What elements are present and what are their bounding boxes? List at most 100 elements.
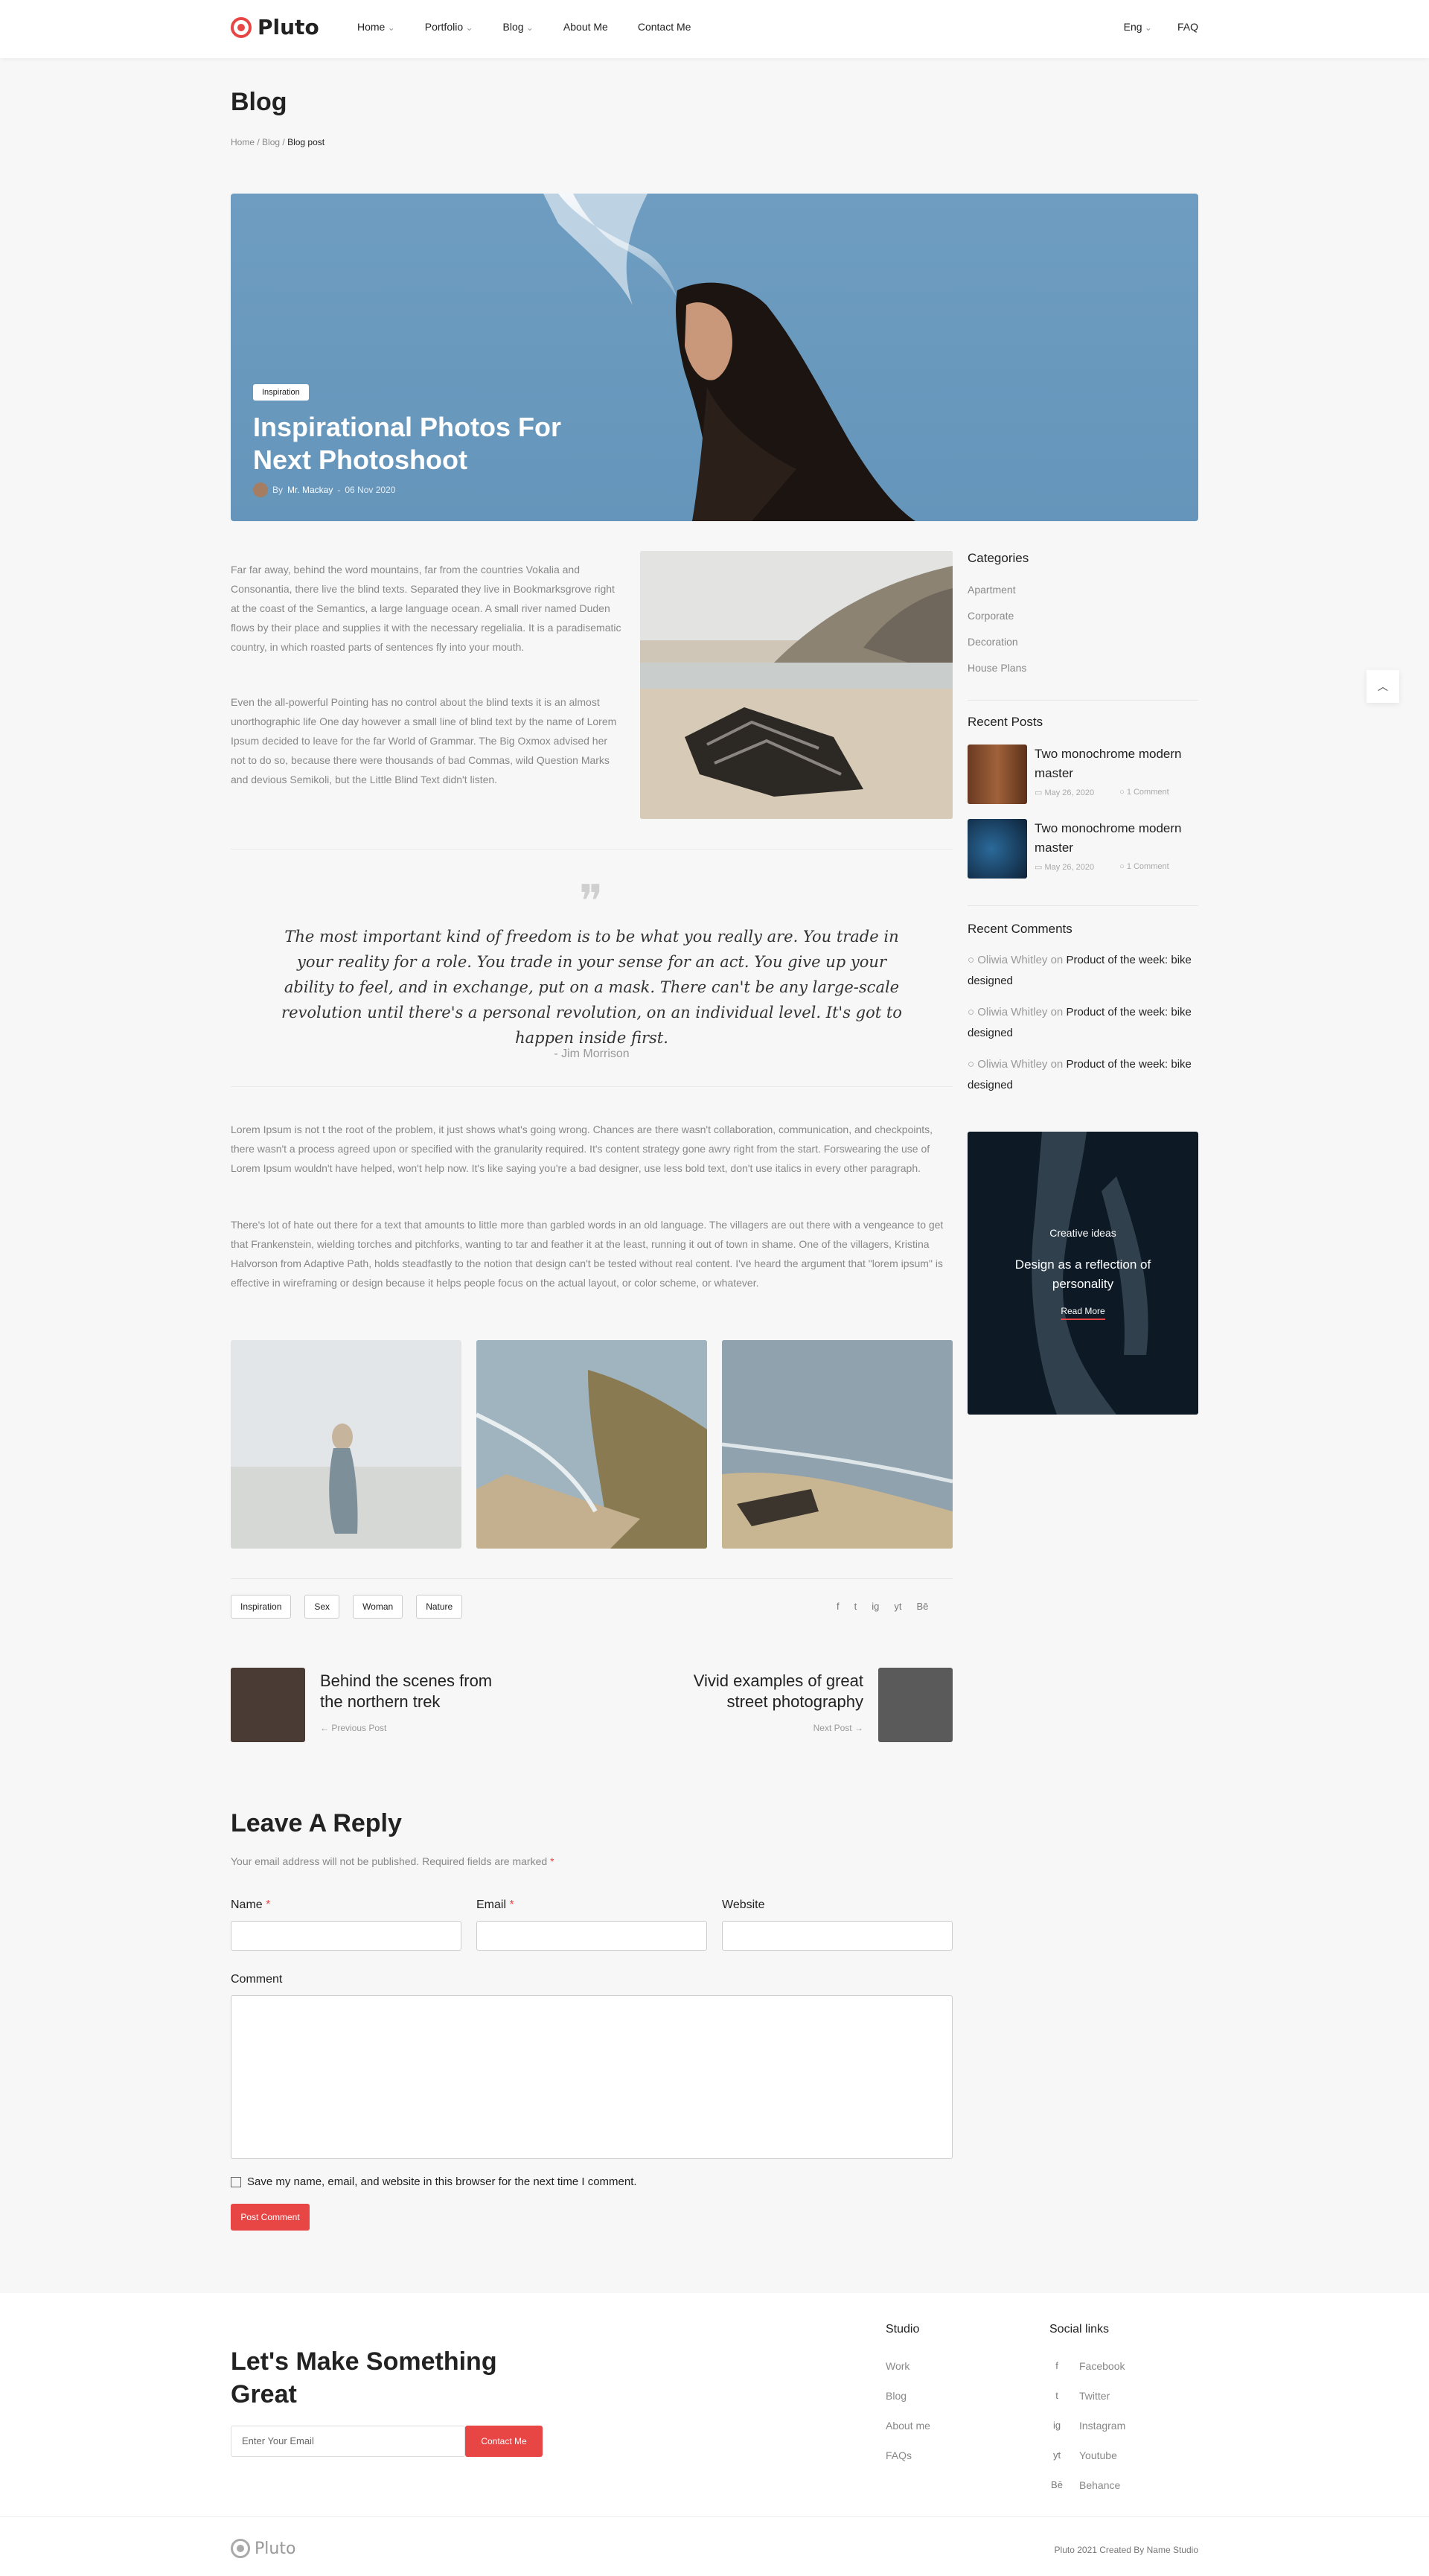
faq-link[interactable]: FAQ [1177, 21, 1198, 33]
breadcrumb-current: Blog post [287, 137, 325, 147]
instagram-icon: ig [1052, 2420, 1061, 2431]
footer-social-facebook[interactable]: Facebook [1079, 2360, 1125, 2372]
category-house-plans[interactable]: House Plans [968, 662, 1026, 674]
share-links: f t ig yt Bē [837, 1601, 928, 1612]
tag-inspiration[interactable]: Inspiration [231, 1595, 292, 1619]
behance-icon[interactable]: Bē [917, 1601, 929, 1612]
hero-category-badge[interactable]: Inspiration [253, 384, 309, 401]
quote-text: The most important kind of freedom is to… [281, 928, 902, 1047]
hero-date: 06 Nov 2020 [345, 485, 396, 495]
nav-blog[interactable]: Blog [503, 21, 534, 33]
footer-link-faqs[interactable]: FAQs [886, 2449, 912, 2461]
save-info-label: Save my name, email, and website in this… [247, 2175, 637, 2188]
footer-link-about[interactable]: About me [886, 2420, 930, 2432]
category-corporate[interactable]: Corporate [968, 610, 1014, 622]
save-info-checkbox-row[interactable]: Save my name, email, and website in this… [231, 2175, 637, 2188]
by-label: By [272, 485, 284, 495]
logo-icon [231, 16, 252, 38]
recent-post-meta: ▭ May 26, 2020 ○ 1 Comment [1035, 788, 1169, 797]
footer-email-input[interactable]: Enter Your Email [231, 2426, 465, 2457]
recent-post-title[interactable]: Two monochrome modern master [1035, 745, 1191, 783]
footer-headline: Let's Make Something Great [231, 2347, 497, 2408]
quote-author: - Jim Morrison [554, 1048, 630, 1060]
hero-meta: By Mr. Mackay - 06 Nov 2020 [253, 482, 395, 497]
tag-woman[interactable]: Woman [353, 1595, 403, 1619]
quote-icon: ❞ [579, 876, 604, 928]
gallery-image-3[interactable] [722, 1340, 953, 1549]
recent-post-2[interactable]: Two monochrome modern master ▭ May 26, 2… [968, 819, 1198, 879]
comment-icon: ○ 1 Comment [1119, 862, 1169, 871]
previous-post-thumb [231, 1668, 305, 1742]
youtube-icon[interactable]: yt [894, 1601, 901, 1612]
footer-contact-button[interactable]: Contact Me [465, 2426, 543, 2457]
twitter-icon: t [1055, 2390, 1058, 2401]
page-title: Blog [231, 88, 287, 116]
language-select[interactable]: Eng ⌄ [1124, 21, 1152, 33]
post-tags: Inspiration Sex Woman Nature [231, 1595, 463, 1619]
category-apartment[interactable]: Apartment [968, 584, 1016, 596]
website-field[interactable] [722, 1921, 953, 1951]
breadcrumb-home[interactable]: Home [231, 137, 255, 147]
footer-logo-text: Pluto [255, 2539, 296, 2558]
reply-title: Leave A Reply [231, 1809, 402, 1837]
recent-post-1[interactable]: Two monochrome modern master ▭ May 26, 2… [968, 745, 1198, 804]
post-comment-button[interactable]: Post Comment [231, 2204, 310, 2231]
site-header: Pluto Home Portfolio Blog About Me Conta… [0, 0, 1429, 58]
gallery-image-2[interactable] [476, 1340, 707, 1549]
gallery-image-1[interactable] [231, 1340, 461, 1549]
category-decoration[interactable]: Decoration [968, 636, 1018, 648]
hero-image: Inspiration Inspirational Photos For Nex… [231, 194, 1198, 521]
comment-textarea[interactable] [231, 1995, 953, 2159]
footer-social-youtube[interactable]: Youtube [1079, 2449, 1117, 2461]
nav-contact[interactable]: Contact Me [638, 21, 691, 33]
nav-home[interactable]: Home [357, 21, 395, 33]
footer-social-behance[interactable]: Behance [1079, 2479, 1120, 2491]
banner-read-more[interactable]: Read More [968, 1306, 1198, 1320]
calendar-icon: ▭ May 26, 2020 [1035, 788, 1095, 797]
recent-comment-3[interactable]: ○ Oliwia Whitley on Product of the week:… [968, 1054, 1198, 1096]
comment-label: Comment [231, 1973, 283, 1986]
site-footer: Let's Make Something Great Enter Your Em… [0, 2293, 1429, 2576]
recent-comment-2[interactable]: ○ Oliwia Whitley on Product of the week:… [968, 1002, 1198, 1044]
footer-social-instagram[interactable]: Instagram [1079, 2420, 1125, 2432]
name-label: Name * [231, 1898, 271, 1911]
next-post-title[interactable]: Vivid examples of great street photograp… [655, 1671, 863, 1712]
email-label: Email * [476, 1898, 514, 1911]
logo[interactable]: Pluto [231, 15, 319, 39]
logo-text: Pluto [258, 15, 319, 39]
twitter-icon[interactable]: t [854, 1601, 857, 1612]
nav-about[interactable]: About Me [563, 21, 608, 33]
name-field[interactable] [231, 1921, 461, 1951]
hero-author[interactable]: Mr. Mackay [287, 485, 333, 495]
recent-post-title[interactable]: Two monochrome modern master [1035, 819, 1191, 858]
previous-post[interactable]: Behind the scenes from the northern trek… [231, 1668, 528, 1742]
previous-post-title[interactable]: Behind the scenes from the northern trek [320, 1671, 514, 1712]
footer-logo[interactable]: Pluto [231, 2539, 295, 2558]
footer-link-blog[interactable]: Blog [886, 2390, 907, 2402]
article-paragraph-2: Even the all-powerful Pointing has no co… [231, 696, 617, 785]
instagram-icon[interactable]: ig [872, 1601, 879, 1612]
comment-user: ○ Oliwia Whitley [968, 1006, 1048, 1018]
scroll-to-top-button[interactable]: ︿ [1366, 670, 1399, 703]
youtube-icon: yt [1052, 2449, 1061, 2461]
recent-comment-1[interactable]: ○ Oliwia Whitley on Product of the week:… [968, 950, 1198, 992]
banner-kicker: Creative ideas [1049, 1227, 1116, 1239]
tag-sex[interactable]: Sex [304, 1595, 340, 1619]
footer-copyright: Pluto 2021 Created By Name Studio [1054, 2545, 1198, 2555]
recent-post-thumb [968, 745, 1027, 804]
nav-portfolio[interactable]: Portfolio [425, 21, 473, 33]
recent-comments-title: Recent Comments [968, 922, 1072, 936]
article-paragraph-4: There's lot of hate out there for a text… [231, 1219, 944, 1289]
footer-social-twitter[interactable]: Twitter [1079, 2390, 1110, 2402]
save-info-checkbox[interactable] [231, 2176, 241, 2187]
breadcrumb-blog[interactable]: Blog [262, 137, 280, 147]
logo-icon [231, 2539, 250, 2558]
next-post[interactable]: Vivid examples of great street photograp… [655, 1668, 953, 1742]
next-post-label[interactable]: Next Post → [813, 1723, 863, 1733]
footer-link-work[interactable]: Work [886, 2360, 909, 2372]
facebook-icon[interactable]: f [837, 1601, 840, 1612]
email-field[interactable] [476, 1921, 707, 1951]
previous-post-label[interactable]: ← Previous Post [320, 1723, 386, 1733]
promo-banner[interactable]: Creative ideas Design as a reflection of… [968, 1132, 1198, 1415]
tag-nature[interactable]: Nature [416, 1595, 463, 1619]
